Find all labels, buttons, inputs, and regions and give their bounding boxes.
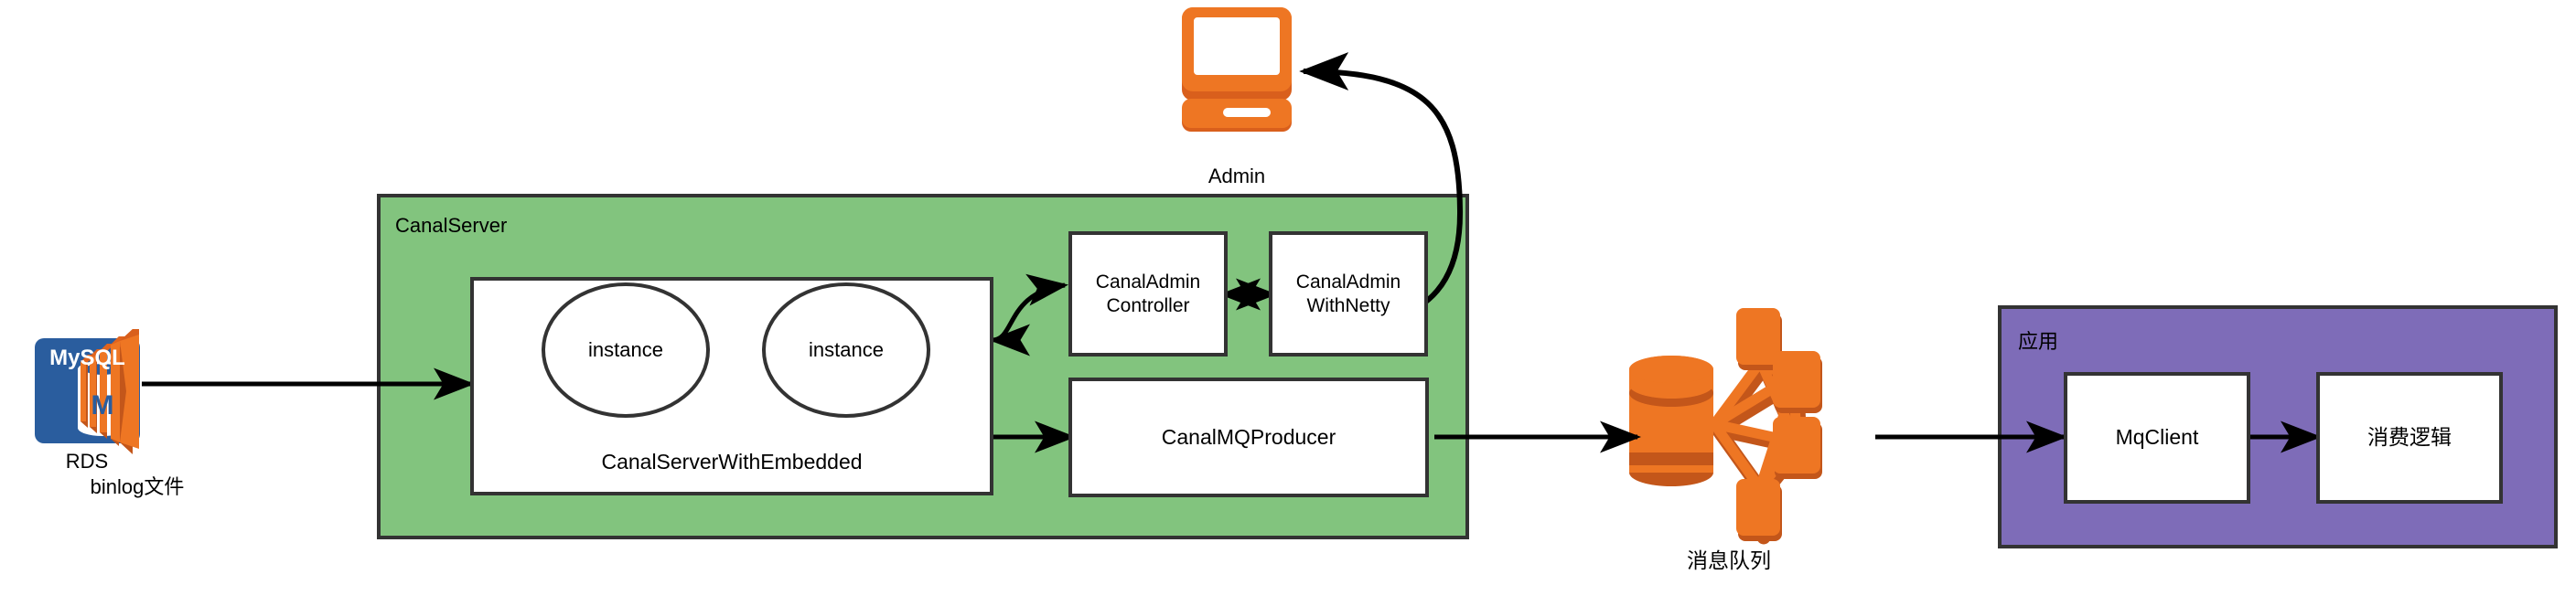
canal-admin-controller-box xyxy=(1068,231,1228,357)
canal-server-title: CanalServer xyxy=(395,214,508,237)
mq-client-box xyxy=(2064,372,2250,504)
admin-label: Admin xyxy=(1208,165,1266,187)
monitor-icon xyxy=(1182,7,1292,132)
rds-label: RDS xyxy=(65,450,109,473)
binlog-label: binlog文件 xyxy=(90,475,185,498)
instance-circle-1 xyxy=(542,282,710,418)
message-queue-label: 消息队列 xyxy=(1687,548,1771,572)
application-title: 应用 xyxy=(2018,330,2059,353)
instance-circle-2 xyxy=(762,282,930,418)
canal-mq-producer-box xyxy=(1068,378,1429,497)
diagram-vector-layer xyxy=(35,7,2558,548)
canal-admin-netty-box xyxy=(1269,231,1428,357)
message-queue-cluster-icon xyxy=(1629,308,1822,545)
diagram-canvas: MySQL M RDS binlog文件 Admin CanalServer i… xyxy=(0,0,2576,596)
consume-logic-box xyxy=(2316,372,2503,504)
